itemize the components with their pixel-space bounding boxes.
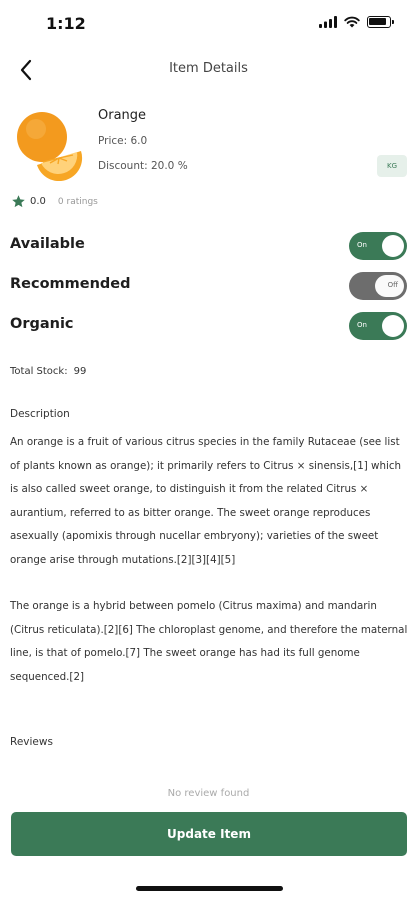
product-summary: Orange Price: 6.0 Discount: 20.0 % KG xyxy=(10,105,407,185)
product-price: Price: 6.0 xyxy=(98,135,148,147)
stock-label: Total Stock: xyxy=(10,366,68,377)
rating-value: 0.0 xyxy=(30,196,46,207)
toggle-state-text: On xyxy=(357,241,367,249)
toggle-label: Organic xyxy=(10,316,74,332)
rating-row: 0.0 0 ratings xyxy=(11,194,98,209)
no-review-message: No review found xyxy=(167,788,250,799)
product-name: Orange xyxy=(98,108,147,123)
toggle-state-text: On xyxy=(357,321,367,329)
signal-icon xyxy=(319,16,337,28)
stock-value: 99 xyxy=(73,366,87,377)
battery-icon xyxy=(367,16,394,28)
star-icon xyxy=(12,195,25,208)
toggle-state-text: Off xyxy=(387,281,398,289)
description-text: An orange is a fruit of various citrus s… xyxy=(10,431,410,689)
update-item-button[interactable]: Update Item xyxy=(11,812,407,856)
organic-toggle[interactable]: On xyxy=(349,312,407,340)
available-toggle[interactable]: On xyxy=(349,232,407,260)
wifi-icon xyxy=(344,16,360,28)
status-icons xyxy=(319,16,394,28)
rating-count: 0 ratings xyxy=(57,196,98,207)
description-paragraph: The orange is a hybrid between pomelo (C… xyxy=(10,600,408,683)
recommended-toggle[interactable]: Off xyxy=(349,272,407,300)
product-image xyxy=(17,112,83,181)
product-discount: Discount: 20.0 % xyxy=(98,160,188,172)
toggle-knob xyxy=(382,315,404,337)
toggle-row-organic: Organic On xyxy=(10,312,407,342)
unit-badge: KG xyxy=(377,155,407,177)
toggle-row-recommended: Recommended Off xyxy=(10,272,407,302)
description-paragraph: An orange is a fruit of various citrus s… xyxy=(10,436,402,566)
home-indicator xyxy=(136,886,283,891)
toggle-row-available: Available On xyxy=(10,232,407,262)
total-stock: Total Stock: 99 xyxy=(10,366,86,377)
status-time: 1:12 xyxy=(46,14,86,33)
page-title: Item Details xyxy=(169,61,248,76)
toggle-label: Recommended xyxy=(10,276,131,292)
nav-bar: Item Details xyxy=(0,50,417,90)
toggle-label: Available xyxy=(10,236,85,252)
status-bar: 1:12 xyxy=(0,0,417,46)
reviews-title: Reviews xyxy=(10,736,53,748)
toggle-knob xyxy=(382,235,404,257)
description-title: Description xyxy=(10,408,70,420)
